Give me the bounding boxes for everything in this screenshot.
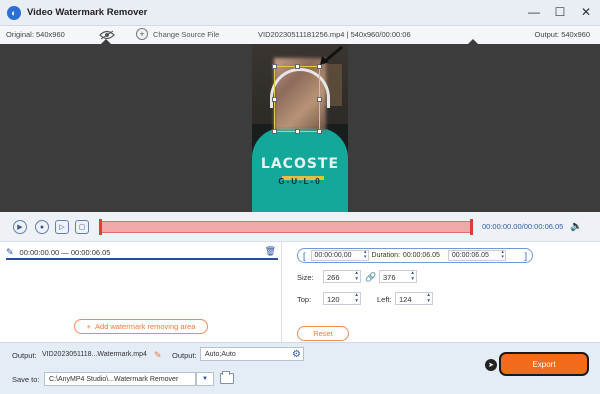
left-value: 124 [399,295,412,304]
start-time-input[interactable]: 00:00:00.00 [310,250,369,261]
width-input[interactable]: 266 [323,270,361,283]
minimize-icon[interactable]: — [528,5,540,19]
maximize-icon[interactable]: ☐ [554,5,566,19]
next-frame-button[interactable]: ▷ [55,220,69,234]
video-shirt-text: LACOSTE [260,156,340,172]
area-settings-panel: [ 00:00:00.00 Duration: 00:00:06.05 00:0… [283,242,600,342]
resize-handle[interactable] [272,129,277,134]
add-area-label: Add watermark removing area [94,322,196,331]
video-preview: LACOSTE G-U-L-0 [0,44,600,212]
gear-icon[interactable]: ⚙ [292,349,301,360]
height-value: 376 [383,273,396,282]
segment-end: 00:00:06.05 [70,247,111,257]
stop-button[interactable]: ● [35,220,49,234]
timeline-end-handle[interactable] [470,219,473,235]
save-path-value: C:\AnyMP4 Studio\...Watermark Remover [49,376,179,383]
play-button[interactable]: ▶ [13,220,27,234]
timeline-track[interactable] [99,219,473,235]
window-controls: — ☐ ✕ [528,5,592,19]
plus-icon: + [136,28,148,40]
watermark-selection-box[interactable] [272,64,322,134]
window-title: Video Watermark Remover [27,7,148,18]
close-icon[interactable]: ✕ [580,5,592,19]
resize-handle[interactable] [295,129,300,134]
output-file-label: Output: [12,351,37,360]
video-shirt-subtext: G-U-L-0 [278,177,322,186]
segment-start: 00:00:00.00 [19,247,60,257]
height-input[interactable]: 376 [379,270,417,283]
end-time-input[interactable]: 00:00:06.05 [447,250,506,261]
original-size: Original: 540x960 [6,30,65,39]
top-label: Top: [297,295,312,304]
left-input[interactable]: 124 [395,292,433,305]
time-current: 00:00:00.00 [482,222,522,231]
set-end-icon[interactable]: ] [524,251,527,261]
output-file-name: VID2023051118...Watermark.mp4 [42,351,147,358]
resize-handle[interactable] [272,97,277,102]
video-frame: LACOSTE G-U-L-0 [252,44,348,212]
change-source-button[interactable]: + Change Source File [136,28,219,40]
loop-button[interactable]: ▢ [75,220,89,234]
timeline-start-handle[interactable] [99,219,102,235]
file-name: VID20230511181256.mp4 [258,30,345,39]
chevron-down-icon[interactable]: ▼ [196,372,214,386]
file-meta: 540x960/00:00:06 [350,30,411,39]
resize-handle[interactable] [317,129,322,134]
resize-handle[interactable] [272,64,277,69]
time-readout: 00:00:00.00/00:00:06.05 [482,222,563,231]
plus-icon: + [86,322,91,331]
resize-handle[interactable] [295,64,300,69]
add-watermark-area-button[interactable]: + Add watermark removing area [74,319,208,334]
resize-handle[interactable] [317,97,322,102]
title-bar: ◐ Video Watermark Remover — ☐ ✕ [0,0,600,26]
start-time-value: 00:00:00.00 [314,252,352,259]
time-total: 00:00:06.05 [523,222,564,231]
app-logo-icon: ◐ [7,5,21,20]
trash-icon[interactable]: 🗑 [265,246,276,257]
link-icon[interactable]: 🔗 [365,272,376,283]
segment-row[interactable]: ✎ 00:00:00.00 — 00:00:06.05 🗑 [6,246,278,260]
top-value: 120 [327,295,340,304]
top-input[interactable]: 120 [323,292,361,305]
cursor-icon: ➤ [485,359,497,371]
set-start-icon[interactable]: [ [303,251,306,261]
save-to-label: Save to: [12,375,40,384]
change-source-label: Change Source File [153,29,220,39]
output-format-label: Output: [172,351,197,360]
output-format-field[interactable]: Auto;Auto [200,347,304,361]
playback-controls: ▶ ● ▷ ▢ 00:00:00.00/00:00:06.05 🔈 [0,212,600,242]
width-value: 266 [327,273,340,282]
left-label: Left: [377,295,392,304]
file-info: VID20230511181256.mp4 | 540x960/00:00:06 [258,30,411,39]
end-time-value: 00:00:06.05 [451,252,489,259]
output-format-value: Auto;Auto [205,351,236,358]
save-path-field[interactable]: C:\AnyMP4 Studio\...Watermark Remover [44,372,196,386]
output-size: Output: 540x960 [534,30,590,39]
reset-button[interactable]: Reset [297,326,349,341]
folder-icon[interactable] [220,371,234,384]
duration-label: Duration: [371,252,400,259]
info-bar: Original: 540x960 + Change Source File V… [0,26,600,44]
export-button[interactable]: Export [499,352,589,376]
footer-bar: Output: VID2023051118...Watermark.mp4 ✎ … [0,342,600,394]
segment-dash: — [61,247,69,257]
arrow-annotation-icon [320,46,343,65]
volume-icon[interactable]: 🔈 [570,221,582,232]
size-label: Size: [297,273,314,282]
pencil-icon[interactable]: ✎ [154,350,162,361]
time-range-bar: [ 00:00:00.00 Duration: 00:00:06.05 00:0… [297,248,533,263]
duration-value: 00:00:06.05 [402,252,440,259]
brush-icon: ✎ [6,246,14,257]
segment-list-panel: ✎ 00:00:00.00 — 00:00:06.05 🗑 + Add wate… [0,242,282,342]
